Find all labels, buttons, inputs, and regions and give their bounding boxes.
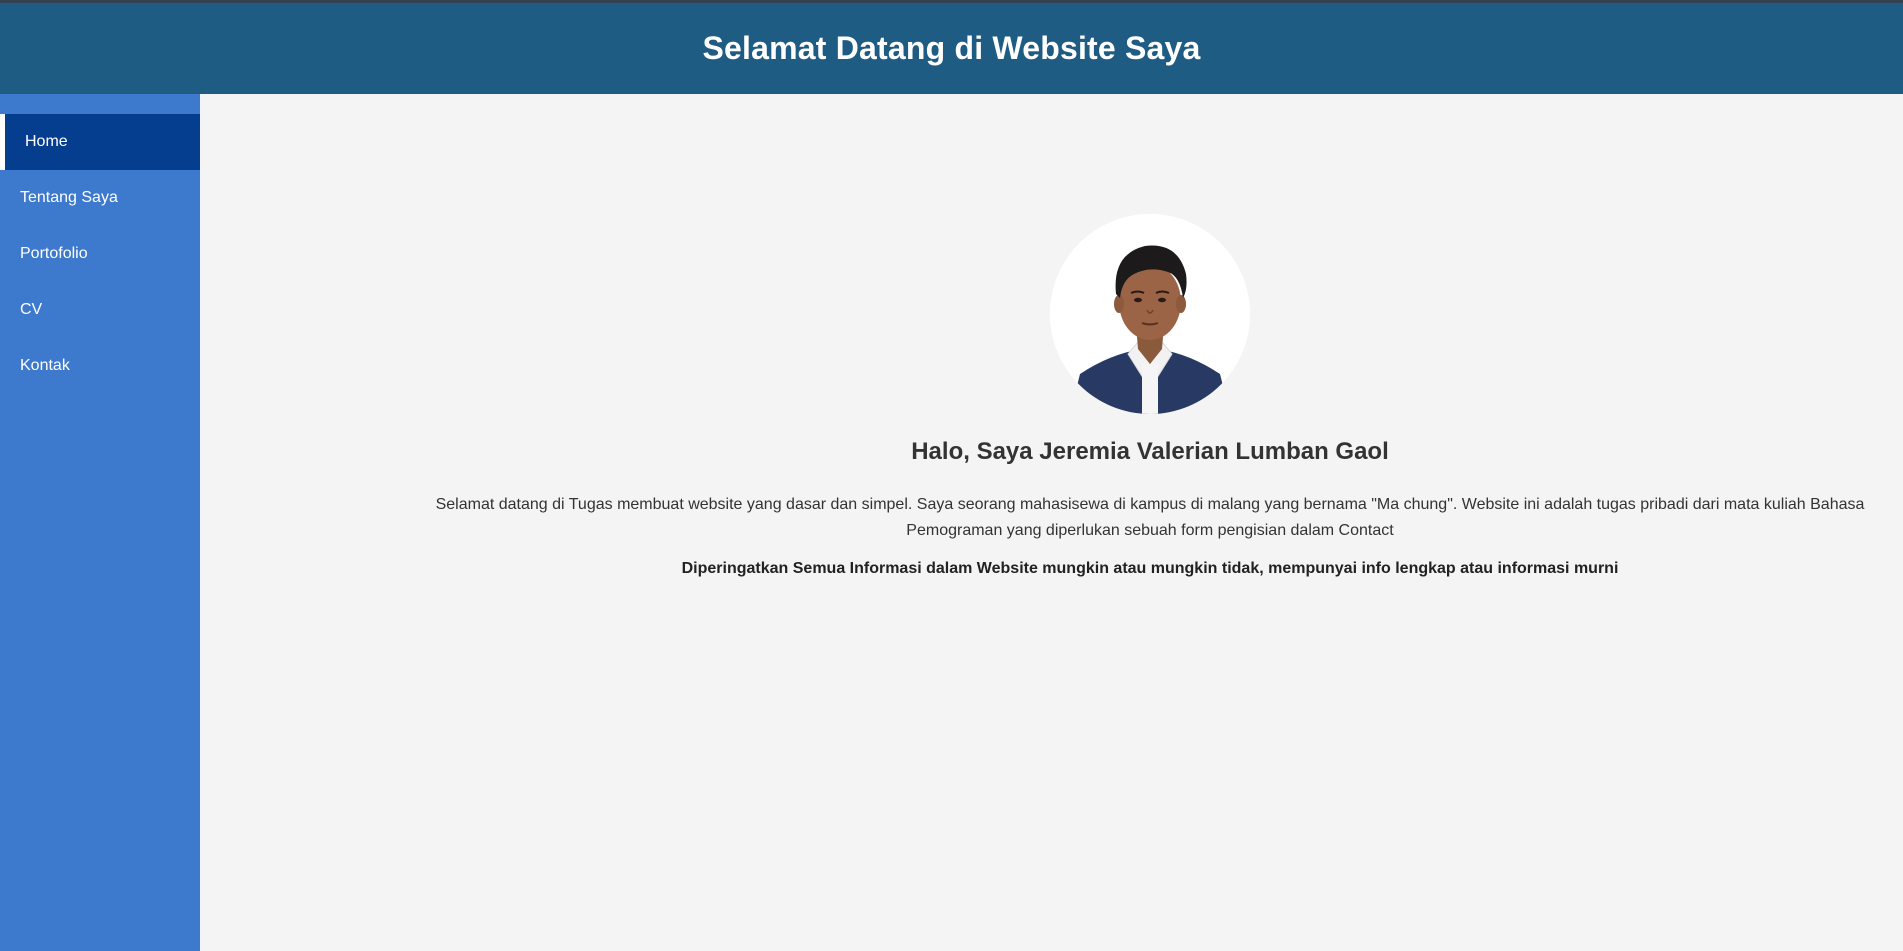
- site-title: Selamat Datang di Website Saya: [702, 30, 1201, 66]
- main-content: Halo, Saya Jeremia Valerian Lumban Gaol …: [200, 94, 1903, 951]
- site-header: Selamat Datang di Website Saya: [0, 3, 1903, 94]
- sidebar-item-label: CV: [20, 301, 43, 318]
- intro-text: Selamat datang di Tugas membuat website …: [435, 496, 1865, 539]
- sidebar-item-label: Home: [25, 133, 68, 150]
- sidebar-item-label: Portofolio: [20, 245, 88, 262]
- sidebar-item-tentang-saya[interactable]: Tentang Saya: [0, 170, 200, 226]
- profile-section: Halo, Saya Jeremia Valerian Lumban Gaol …: [430, 214, 1870, 578]
- sidebar-item-cv[interactable]: CV: [0, 282, 200, 338]
- sidebar-item-portofolio[interactable]: Portofolio: [0, 226, 200, 282]
- sidebar-nav: Home Tentang Saya Portofolio CV Kontak: [0, 94, 200, 394]
- sidebar: Home Tentang Saya Portofolio CV Kontak: [0, 94, 200, 951]
- sidebar-item-kontak[interactable]: Kontak: [0, 338, 200, 394]
- sidebar-item-label: Kontak: [20, 357, 70, 374]
- profile-photo: [1050, 214, 1250, 414]
- profile-greeting: Halo, Saya Jeremia Valerian Lumban Gaol: [911, 438, 1389, 465]
- sidebar-item-label: Tentang Saya: [20, 189, 118, 206]
- profile-photo-illustration: [1050, 214, 1250, 414]
- sidebar-item-home[interactable]: Home: [0, 114, 200, 170]
- disclaimer-text: Diperingatkan Semua Informasi dalam Webs…: [681, 560, 1619, 577]
